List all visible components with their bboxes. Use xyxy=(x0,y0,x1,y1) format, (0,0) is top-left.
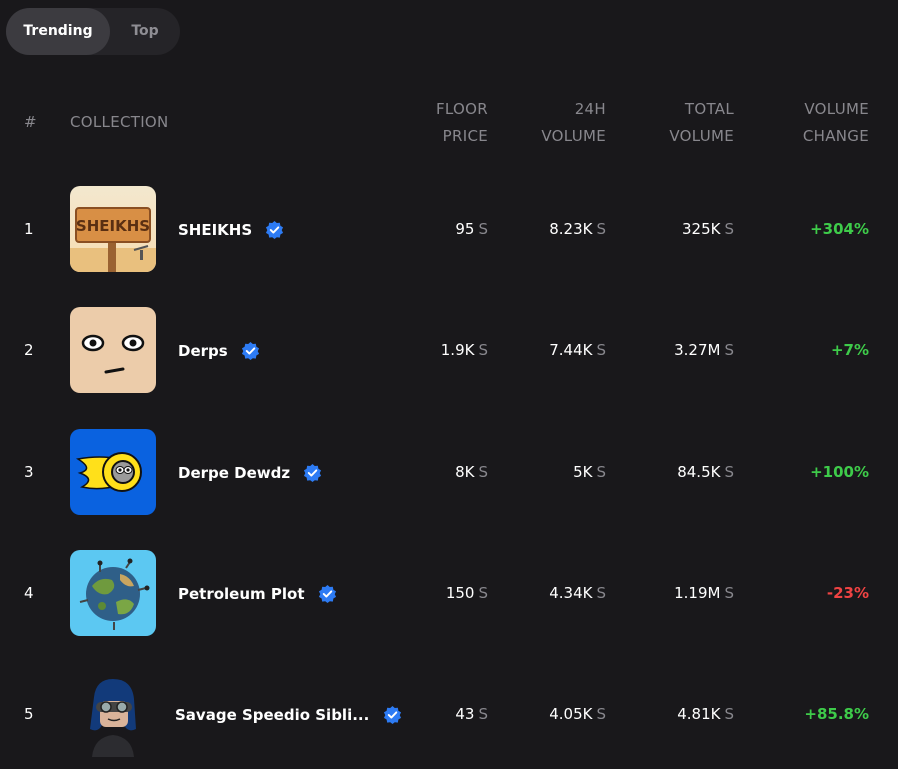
currency-unit: S xyxy=(724,463,734,481)
floor-price-value: 1.9K xyxy=(440,341,475,359)
collection-thumbnail xyxy=(70,671,156,757)
volume-24h-value: 7.44K xyxy=(549,341,593,359)
total-volume: 84.5K S xyxy=(634,428,734,516)
currency-unit: S xyxy=(724,220,734,238)
header-total-volume-line1: TOTAL xyxy=(684,100,734,118)
collection-name-label: Derps xyxy=(178,341,228,360)
thumbnail-sign-text: SHEIKHS xyxy=(76,217,150,235)
table-row[interactable]: 2 Derps 1.9K S 7.44K S 3.27M S +7% xyxy=(0,306,898,394)
floor-price-value: 150 xyxy=(445,584,475,602)
header-24h-volume-line1: 24H xyxy=(574,100,606,118)
volume-24h: 8.23K S xyxy=(506,185,606,273)
total-volume: 3.27M S xyxy=(634,306,734,394)
tab-bar: Trending Top xyxy=(6,8,180,55)
volume-24h-value: 5K xyxy=(573,463,593,481)
currency-unit: S xyxy=(596,584,606,602)
floor-price: 43 S xyxy=(388,670,488,758)
verified-badge-icon xyxy=(266,220,284,239)
volume-24h: 4.05K S xyxy=(506,670,606,758)
verified-badge-icon xyxy=(304,463,322,482)
currency-unit: S xyxy=(478,584,488,602)
rank-number: 4 xyxy=(24,584,34,602)
collection-thumbnail xyxy=(70,429,156,515)
collection-name[interactable]: Petroleum Plot xyxy=(178,549,337,637)
header-24h-volume-line2: VOLUME xyxy=(541,127,606,145)
currency-unit: S xyxy=(724,341,734,359)
currency-unit: S xyxy=(724,705,734,723)
floor-price-value: 43 xyxy=(455,705,475,723)
rank-number: 3 xyxy=(24,463,34,481)
total-volume-value: 1.19M xyxy=(674,584,721,602)
floor-price-value: 95 xyxy=(455,220,475,238)
header-rank: # xyxy=(24,113,37,131)
total-volume-value: 3.27M xyxy=(674,341,721,359)
volume-24h: 5K S xyxy=(506,428,606,516)
floor-price: 95 S xyxy=(388,185,488,273)
volume-24h: 4.34K S xyxy=(506,549,606,637)
collection-name-label: Petroleum Plot xyxy=(178,584,305,603)
collection-name[interactable]: Derpe Dewdz xyxy=(178,428,322,516)
total-volume-value: 4.81K xyxy=(677,705,721,723)
rank-number: 2 xyxy=(24,341,34,359)
total-volume-value: 325K xyxy=(682,220,721,238)
tab-top[interactable]: Top xyxy=(110,8,180,55)
currency-unit: S xyxy=(596,705,606,723)
tab-trending[interactable]: Trending xyxy=(6,8,110,55)
volume-24h-value: 4.34K xyxy=(549,584,593,602)
rank-number: 5 xyxy=(24,705,34,723)
verified-badge-icon xyxy=(318,584,336,603)
volume-24h-value: 8.23K xyxy=(549,220,593,238)
volume-change: -23% xyxy=(826,584,869,602)
volume-change: +304% xyxy=(810,220,869,238)
currency-unit: S xyxy=(478,220,488,238)
collection-name-label: Savage Speedio Sibli... xyxy=(175,705,370,724)
total-volume-value: 84.5K xyxy=(677,463,721,481)
collection-name-label: SHEIKHS xyxy=(178,220,253,239)
header-total-volume[interactable]: TOTAL VOLUME xyxy=(634,96,734,150)
collection-thumbnail: SHEIKHS xyxy=(70,186,156,272)
currency-unit: S xyxy=(724,584,734,602)
header-floor-price-line1: FLOOR xyxy=(436,100,488,118)
header-volume-change[interactable]: VOLUME CHANGE xyxy=(769,96,869,150)
header-collection[interactable]: COLLECTION xyxy=(70,109,169,136)
volume-24h-value: 4.05K xyxy=(549,705,593,723)
header-24h-volume[interactable]: 24H VOLUME xyxy=(506,96,606,150)
total-volume: 4.81K S xyxy=(634,670,734,758)
collection-thumbnail xyxy=(70,307,156,393)
collection-name[interactable]: SHEIKHS xyxy=(178,185,284,273)
rank-number: 1 xyxy=(24,220,34,238)
volume-24h: 7.44K S xyxy=(506,306,606,394)
header-total-volume-line2: VOLUME xyxy=(669,127,734,145)
currency-unit: S xyxy=(596,341,606,359)
currency-unit: S xyxy=(478,705,488,723)
total-volume: 1.19M S xyxy=(634,549,734,637)
collection-name-label: Derpe Dewdz xyxy=(178,463,291,482)
floor-price-value: 8K xyxy=(455,463,475,481)
table-row[interactable]: 1 SHEIKHS SHEIKHS 95 S 8.23K S 325K S +304% xyxy=(0,185,898,273)
total-volume: 325K S xyxy=(634,185,734,273)
table-row[interactable]: 4 Petroleum Plot 150 S 4.34K S 1.19M S -23% xyxy=(0,549,898,637)
table-row[interactable]: 3 Derpe Dewdz 8K S 5K S 84.5K S +100% xyxy=(0,428,898,516)
volume-change: +85.8% xyxy=(804,705,869,723)
table-row[interactable]: 5 Savage Speedio Sibli... 43 S 4.05K S 4.8… xyxy=(0,670,898,758)
floor-price: 1.9K S xyxy=(388,306,488,394)
header-volume-change-line1: VOLUME xyxy=(804,100,869,118)
currency-unit: S xyxy=(596,220,606,238)
currency-unit: S xyxy=(478,463,488,481)
currency-unit: S xyxy=(478,341,488,359)
collection-name[interactable]: Derps xyxy=(178,306,260,394)
volume-change: +100% xyxy=(810,463,869,481)
collection-thumbnail xyxy=(70,550,156,636)
collection-name[interactable]: Savage Speedio Sibli... xyxy=(175,670,402,758)
floor-price: 8K S xyxy=(388,428,488,516)
header-floor-price-line2: PRICE xyxy=(442,127,488,145)
header-floor-price[interactable]: FLOOR PRICE xyxy=(388,96,488,150)
floor-price: 150 S xyxy=(388,549,488,637)
verified-badge-icon xyxy=(241,341,259,360)
volume-change: +7% xyxy=(830,341,869,359)
header-volume-change-line2: CHANGE xyxy=(802,127,869,145)
currency-unit: S xyxy=(596,463,606,481)
